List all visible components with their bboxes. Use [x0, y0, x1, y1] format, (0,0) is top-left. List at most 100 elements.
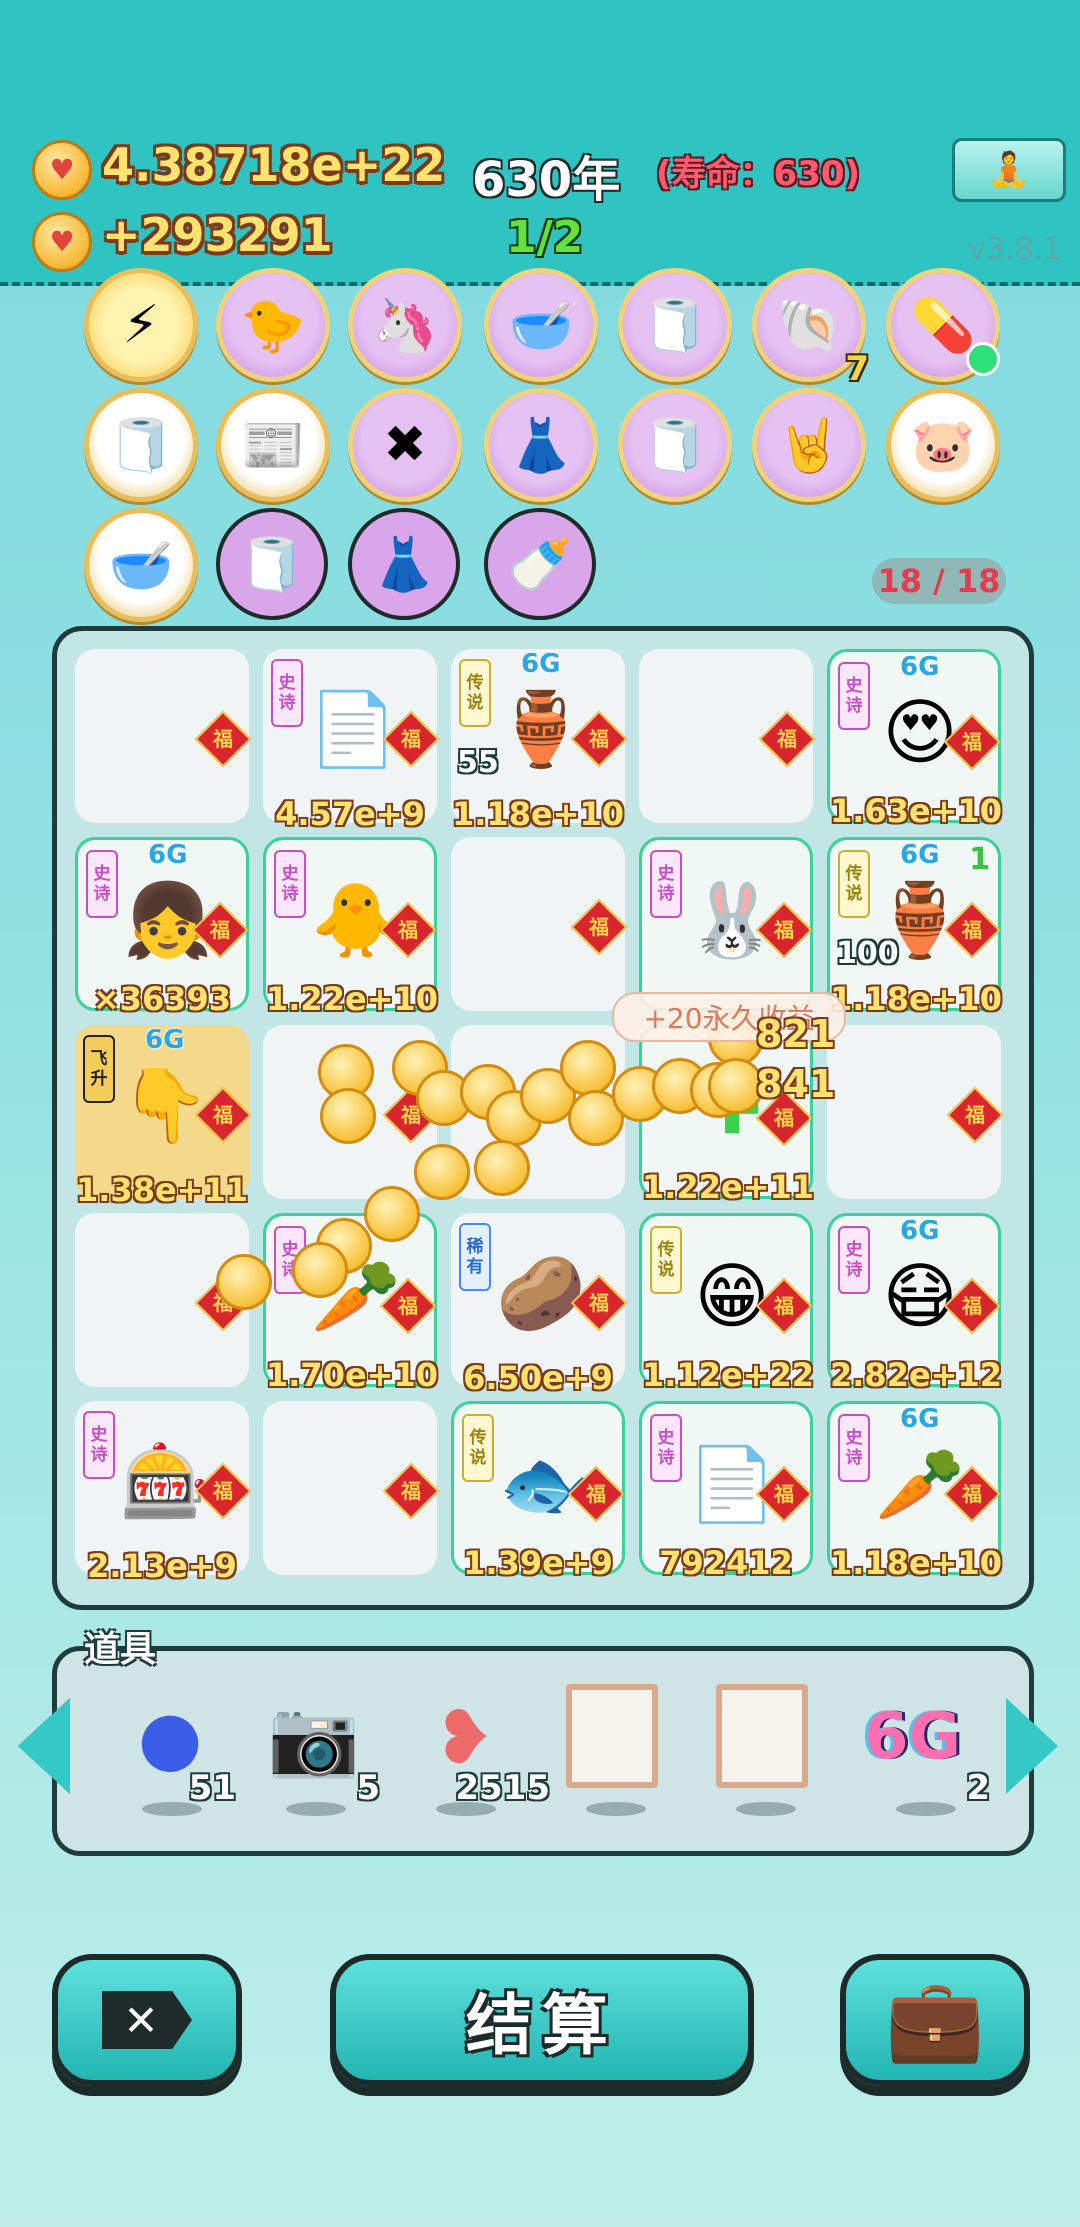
bowls-upgrade-badge[interactable]: 🥣 — [84, 508, 198, 622]
tool-shadow — [736, 1802, 796, 1816]
board-cell[interactable]: 史诗 🐰 福 — [639, 837, 813, 1011]
top-status-bar: ♥ 4.38718e+22 ♥ +293291 630年 (寿命：630) 1/… — [0, 0, 1080, 286]
board-cell[interactable]: 史诗 📄 福 792412 — [639, 1401, 813, 1582]
rarity-tag: 史诗 — [838, 1414, 870, 1482]
tissue-badge-2[interactable]: 🧻 — [84, 388, 198, 502]
board-cell[interactable]: 传说 6G 1 🏺 100 福 1.18e+10 — [827, 837, 1002, 1018]
settle-button[interactable]: 结算 — [330, 1954, 754, 2086]
crowned-potato-icon: 🥔 — [496, 1250, 586, 1335]
board-cell[interactable]: 史诗 🎰 福 2.13e+9 — [75, 1401, 252, 1585]
coin-icon: ♥ — [32, 140, 92, 200]
tool-item[interactable]: 6G 2 — [864, 1680, 990, 1820]
time-magazine-badge[interactable]: 📰 — [216, 388, 330, 502]
close-button[interactable]: ✕ — [52, 1954, 242, 2086]
briefcase-icon: 💼 — [885, 1973, 985, 2066]
board-cell[interactable]: 福 — [827, 1025, 1004, 1199]
cell-value: ×36393 — [92, 980, 232, 1018]
age-label: 630年 — [472, 152, 621, 208]
bowls-badge[interactable]: 🥣 — [484, 268, 598, 382]
board-cell[interactable]: 福 — [75, 649, 252, 823]
rarity-tag: 史诗 — [650, 1414, 682, 1482]
board-cell[interactable]: 福 — [451, 837, 628, 1011]
skirt-badge-2[interactable]: 👗 — [348, 508, 460, 620]
cell-value: 1.38e+11 — [76, 1171, 248, 1209]
meditate-button[interactable]: 🧘 — [952, 138, 1066, 202]
bottle-badge[interactable]: 🍼 — [484, 508, 596, 620]
coins-rate: +293291 — [102, 208, 333, 262]
tool-item[interactable]: ❥ 2515 — [404, 1680, 550, 1820]
board-cell[interactable]: 飞升 6G 👇 福 1.38e+11 — [75, 1025, 252, 1209]
piggy-badge[interactable]: 🐷 — [886, 388, 1000, 502]
skirt-icon: 👗 — [508, 415, 574, 476]
cell-value: 792412 — [659, 1544, 793, 1582]
pills-icon: 💊 — [910, 295, 976, 356]
rock-hand-badge[interactable]: 🤘 — [752, 388, 866, 502]
tool-item[interactable] — [554, 1680, 674, 1820]
board-cell[interactable]: 史诗 6G 🥕 福 1.18e+10 — [827, 1401, 1002, 1582]
board-cell[interactable]: 史诗 6G 😍 福 1.63e+10 — [827, 649, 1002, 830]
copy-paste-icon: 📄 — [308, 686, 398, 771]
cell-corner-count: 1 — [969, 842, 990, 877]
rarity-tag: 传说 — [459, 659, 491, 727]
float-income-2: 841 — [756, 1062, 836, 1106]
meditate-icon: 🧘 — [987, 150, 1031, 190]
tissue-badge-3[interactable]: 🧻 — [618, 388, 732, 502]
board-cell[interactable]: 稀有 🥔 福 6.50e+9 — [451, 1213, 628, 1397]
tool-item[interactable]: 📷 5 — [254, 1680, 380, 1820]
fu-tag: 福 — [194, 710, 252, 768]
math-badge[interactable]: ✖ — [348, 388, 462, 502]
board-cell[interactable]: 史诗 6G 👧 福 ×36393 — [75, 837, 249, 1018]
rarity-tag: 传说 — [462, 1414, 494, 1482]
tissue-badge-4[interactable]: 🧻 — [216, 508, 328, 620]
6g-label: 6G — [900, 1216, 940, 1246]
backpack-button[interactable]: 💼 — [840, 1954, 1030, 2086]
tool-item[interactable] — [704, 1680, 824, 1820]
fu-tag: 福 — [570, 898, 628, 956]
skirt-icon: 👗 — [371, 534, 437, 595]
board-cell[interactable]: 福 — [263, 1401, 440, 1575]
settle-label: 结算 — [466, 1987, 618, 2064]
tool-item[interactable]: ● 51 — [110, 1680, 236, 1820]
cell-count: 100 — [836, 936, 899, 971]
6g-label: 6G — [521, 649, 561, 679]
6g-icon: 6G — [864, 1700, 962, 1774]
6g-label: 6G — [900, 840, 940, 870]
tissue-badge[interactable]: 🧻 — [618, 268, 732, 382]
camera-icon: 📷 — [267, 1694, 361, 1781]
cell-value: 2.82e+12 — [830, 1356, 1002, 1394]
float-income-1: 821 — [756, 1012, 836, 1056]
fu-tag: 福 — [758, 710, 816, 768]
cell-value: 1.18e+10 — [830, 980, 1002, 1018]
shell-badge[interactable]: 🐚 7 — [752, 268, 869, 389]
rarity-tag: 传说 — [650, 1226, 682, 1294]
board-cell[interactable]: 传说 🐟 福 1.39e+9 — [451, 1401, 625, 1582]
rarity-tag: 史诗 — [86, 850, 118, 918]
tool-shadow — [586, 1802, 646, 1816]
board-cell[interactable]: 史诗 6G 😷 福 2.82e+12 — [827, 1213, 1002, 1394]
shell-badge-count: 7 — [845, 349, 869, 389]
chick-icon: 🐤 — [240, 295, 306, 356]
unicorn-badge[interactable]: 🦄 — [348, 268, 462, 382]
fu-tag: 福 — [382, 1462, 440, 1520]
rarity-tag: 史诗 — [838, 1226, 870, 1294]
rarity-tag: 史诗 — [650, 850, 682, 918]
tools-next-arrow[interactable] — [1006, 1698, 1058, 1794]
lifespan-label: (寿命：630) — [656, 154, 861, 194]
board-cell[interactable]: 史诗 📄 福 4.57e+9 — [263, 649, 440, 833]
shell-icon: 🐚 — [776, 295, 842, 356]
tools-title: 道具 — [84, 1629, 157, 1670]
board-cell[interactable]: 传说 😁 福 1.12e+22 — [639, 1213, 814, 1394]
board-cell[interactable]: 史诗 🐥 福 1.22e+10 — [263, 837, 438, 1018]
skirt-badge[interactable]: 👗 — [484, 388, 598, 502]
lightning-badge[interactable]: ⚡ — [84, 268, 198, 382]
pointing-hand-icon: 👇 — [120, 1062, 210, 1147]
board-cell[interactable]: 福 — [639, 649, 816, 823]
tissue-icon: 🧻 — [642, 295, 708, 356]
board-cell[interactable]: 传说 6G 🏺 55 福 1.18e+10 — [451, 649, 628, 833]
tools-prev-arrow[interactable] — [18, 1698, 70, 1794]
cell-value: 1.70e+10 — [266, 1356, 438, 1394]
badge-counter: 18 / 18 — [872, 558, 1006, 604]
cell-count: 55 — [457, 745, 499, 780]
6g-label: 6G — [900, 1404, 940, 1434]
chick-badge[interactable]: 🐤 — [216, 268, 330, 382]
